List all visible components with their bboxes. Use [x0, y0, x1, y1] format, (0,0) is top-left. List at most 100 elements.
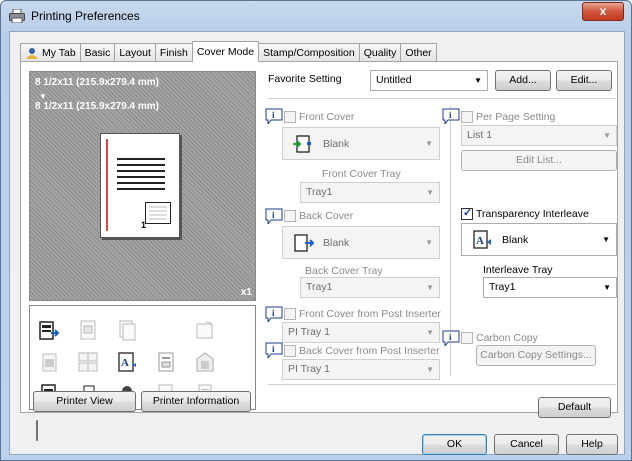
tab-label: Cover Mode — [196, 45, 255, 58]
per-page-list-select[interactable]: List 1 ▼ — [461, 125, 617, 146]
rotate-page-icon — [195, 319, 215, 341]
chevron-down-icon: ▼ — [426, 365, 434, 374]
page-number: 1 — [141, 220, 147, 230]
tab-stamp-composition[interactable]: Stamp/Composition — [258, 43, 360, 62]
preview-page: 1 — [100, 133, 180, 238]
per-page-checkbox[interactable] — [461, 111, 473, 123]
add-button[interactable]: Add... — [495, 70, 551, 91]
pages-icon — [117, 319, 137, 341]
back-cover-post-tray-value: PI Tray 1 — [288, 363, 331, 375]
interleave-tray-value: Tray1 — [489, 281, 516, 293]
help-button[interactable]: Help — [566, 434, 618, 455]
tab-label: Stamp/Composition — [263, 46, 355, 59]
back-cover-post-tray-select[interactable]: PI Tray 1 ▼ — [282, 359, 440, 380]
favorite-setting-label: Favorite Setting — [268, 73, 342, 85]
chevron-down-icon: ▼ — [602, 235, 610, 244]
copy-machine-icon — [195, 351, 215, 373]
edit-list-button[interactable]: Edit List... — [461, 150, 617, 171]
multi-page-icon — [78, 351, 98, 373]
transparency-interleave-checkbox[interactable] — [461, 206, 473, 220]
front-cover-label: Front Cover — [299, 111, 355, 123]
window-frame: Printing Preferences x My Tab Basic Layo… — [0, 0, 632, 461]
front-cover-type-select[interactable]: Blank ▼ — [282, 127, 440, 160]
interleave-tray-label: Interleave Tray — [483, 264, 553, 276]
front-cover-tray-select[interactable]: Tray1 ▼ — [300, 182, 440, 203]
chevron-down-icon: ▼ — [425, 238, 433, 247]
tab-label: Layout — [119, 46, 151, 59]
front-cover-type-value: Blank — [323, 138, 350, 150]
printer-information-button[interactable]: Printer Information — [141, 391, 251, 412]
interleave-tray-select[interactable]: Tray1 ▼ — [483, 277, 617, 298]
front-cover-checkbox[interactable] — [284, 111, 296, 123]
info-icon[interactable]: i — [265, 342, 283, 358]
tab-layout[interactable]: Layout — [114, 43, 156, 62]
tab-quality[interactable]: Quality — [358, 43, 402, 62]
carbon-copy-label: Carbon Copy — [476, 332, 538, 344]
user-icon — [26, 48, 38, 59]
ok-button[interactable]: OK — [422, 434, 487, 455]
window-title: Printing Preferences — [31, 9, 140, 23]
back-cover-tray-select[interactable]: Tray1 ▼ — [300, 277, 440, 298]
divider — [268, 384, 616, 385]
printer-view-button[interactable]: Printer View — [33, 391, 136, 412]
front-cover-post-label: Front Cover from Post Inserter — [299, 308, 441, 320]
input-tray-icon — [39, 319, 60, 341]
default-button[interactable]: Default — [538, 397, 611, 418]
cover-stack-icon — [145, 202, 171, 224]
front-cover-post-tray-select[interactable]: PI Tray 1 ▼ — [282, 322, 440, 343]
carbon-copy-settings-button[interactable]: Carbon Copy Settings... — [476, 345, 596, 366]
svg-text:A: A — [121, 357, 129, 369]
transparency-type-value: Blank — [502, 234, 529, 246]
tab-label: Other — [405, 46, 432, 59]
dialog-client: My Tab Basic Layout Finish Cover Mode St… — [9, 31, 625, 455]
back-cover-checkbox[interactable] — [284, 210, 296, 222]
carbon-copy-checkbox[interactable] — [461, 332, 473, 344]
back-cover-type-value: Blank — [323, 237, 350, 249]
front-cover-tray-label: Front Cover Tray — [322, 168, 401, 180]
title-bar: Printing Preferences x — [1, 1, 631, 31]
front-cover-post-checkbox[interactable] — [284, 308, 296, 320]
tab-label: Finish — [159, 46, 188, 59]
text-lines — [117, 158, 165, 194]
back-cover-tray-label: Back Cover Tray — [305, 265, 383, 277]
divider — [268, 98, 616, 99]
printer-icon — [9, 9, 25, 23]
tab-label: Quality — [363, 46, 397, 59]
edit-button[interactable]: Edit... — [556, 70, 612, 91]
close-button[interactable]: x — [582, 2, 624, 21]
tab-my-tab[interactable]: My Tab — [20, 43, 81, 62]
info-icon[interactable]: i — [442, 108, 460, 124]
chevron-down-icon: ▼ — [426, 188, 434, 197]
chevron-down-icon: ▼ — [603, 283, 611, 292]
tab-cover-mode[interactable]: Cover Mode — [191, 41, 260, 62]
favorite-setting-select[interactable]: Untitled ▼ — [370, 70, 488, 91]
chevron-down-icon: ▼ — [426, 283, 434, 292]
info-icon[interactable]: i — [442, 330, 460, 346]
staple-margin-line — [106, 139, 108, 231]
down-arrow-icon: ▼ — [39, 92, 47, 101]
back-cover-tray-value: Tray1 — [306, 281, 333, 293]
transparency-type-select[interactable]: A Blank ▼ — [461, 223, 617, 256]
chevron-down-icon: ▼ — [426, 328, 434, 337]
chevron-down-icon: ▼ — [425, 139, 433, 148]
preview-paper-size: 8 1/2x11 (215.9x279.4 mm) — [35, 77, 159, 88]
fax-icon — [78, 319, 98, 341]
back-cover-post-checkbox[interactable] — [284, 345, 296, 357]
tab-label: My Tab — [42, 46, 76, 59]
blank-cover-icon — [294, 234, 315, 252]
info-icon[interactable]: i — [265, 208, 283, 224]
back-cover-type-select[interactable]: Blank ▼ — [282, 226, 440, 259]
per-page-label: Per Page Setting — [476, 111, 556, 123]
tab-finish[interactable]: Finish — [154, 43, 193, 62]
cancel-button[interactable]: Cancel — [494, 434, 559, 455]
info-icon[interactable]: i — [265, 108, 283, 124]
preview-output-size: 8 1/2x11 (215.9x279.4 mm) — [35, 101, 159, 112]
tab-other[interactable]: Other — [400, 43, 437, 62]
tab-strip: My Tab Basic Layout Finish Cover Mode St… — [20, 41, 437, 62]
copies-count: x1 — [240, 287, 252, 298]
info-icon[interactable]: i — [265, 306, 283, 322]
transparency-interleave-label: Transparency Interleave — [476, 208, 589, 220]
svg-text:A: A — [476, 235, 484, 247]
blank-cover-icon — [293, 135, 311, 153]
tab-basic[interactable]: Basic — [79, 43, 116, 62]
